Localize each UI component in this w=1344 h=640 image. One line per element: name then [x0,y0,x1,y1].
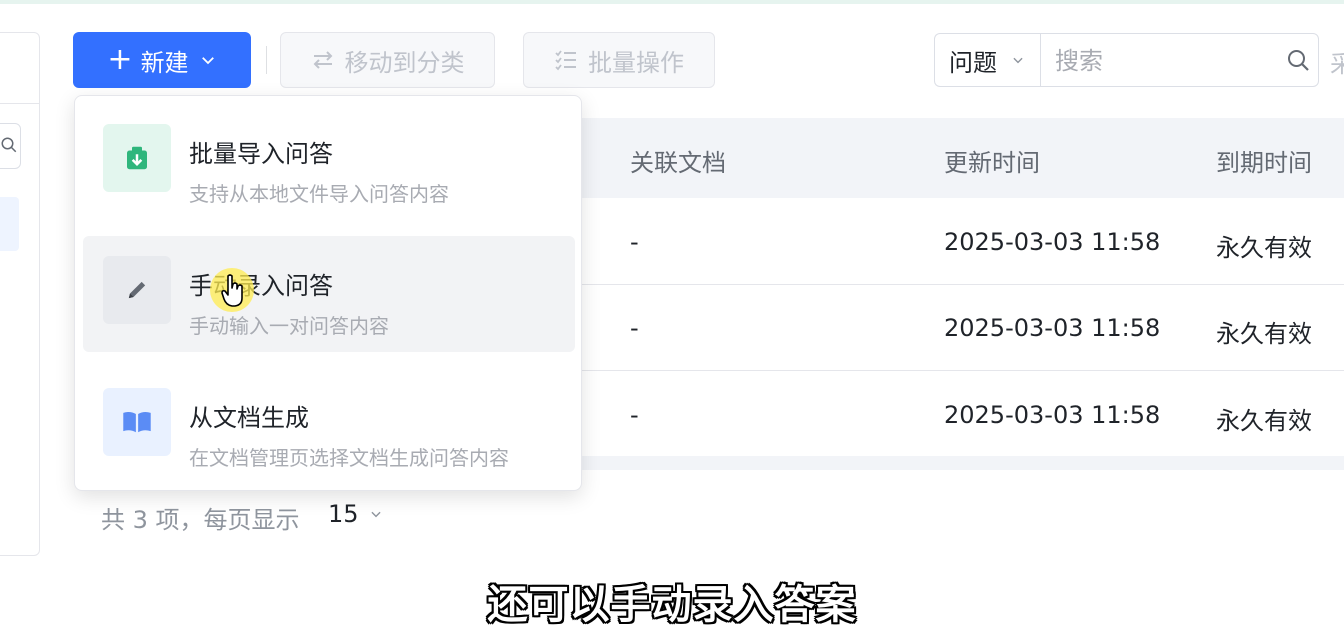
cell-doc: - [630,401,639,429]
new-dropdown-menu: 批量导入问答 支持从本地文件导入问答内容 手动录入问答 手动输入一对问答内容 从… [74,95,582,491]
truncated-toolbar-text[interactable]: 采 [1330,44,1344,79]
menu-item-batch-import[interactable]: 批量导入问答 支持从本地文件导入问答内容 [83,104,575,220]
cell-expiry: 永久有效 [1216,320,1312,348]
pagination-total: 共 3 项，每页显示 [101,506,300,534]
column-header-expiry: 到期时间 [1216,149,1312,177]
batch-operation-button[interactable]: 批量操作 [523,32,715,88]
swap-arrows-icon [311,48,335,72]
search-input[interactable] [1053,42,1277,80]
category-item-selected[interactable] [0,197,19,251]
video-subtitle: 还可以手动录入答案 [487,582,857,628]
cell-updated: 2025-03-03 11:58 [944,314,1161,342]
column-header-doc: 关联文档 [630,149,726,177]
toolbar-divider [266,46,267,74]
menu-item-description: 在文档管理页选择文档生成问答内容 [189,446,509,470]
menu-item-title: 批量导入问答 [189,140,333,168]
cell-expiry: 永久有效 [1216,407,1312,435]
cell-updated: 2025-03-03 11:58 [944,401,1161,429]
new-button[interactable]: + 新建 [73,32,251,88]
cell-updated: 2025-03-03 11:58 [944,228,1161,256]
book-icon [103,388,171,456]
menu-item-generate-from-doc[interactable]: 从文档生成 在文档管理页选择文档生成问答内容 [83,368,575,484]
move-to-category-button[interactable]: 移动到分类 [280,32,495,88]
move-button-label: 移动到分类 [344,48,465,77]
search-icon [1,137,17,153]
search-field[interactable] [1040,33,1319,87]
search-icon[interactable] [1286,48,1310,76]
search-type-select[interactable]: 问题 [934,33,1040,87]
column-header-updated: 更新时间 [944,149,1040,177]
cell-expiry: 永久有效 [1216,234,1312,262]
panel-divider [0,103,39,104]
cell-doc: - [630,314,639,342]
cell-doc: - [630,228,639,256]
menu-item-description: 支持从本地文件导入问答内容 [189,182,449,206]
new-button-label: 新建 [140,48,189,77]
table-footer-bar [560,456,1344,470]
pencil-icon [103,256,171,324]
chevron-down-icon [1011,53,1025,67]
batch-button-label: 批量操作 [588,48,684,77]
category-panel [0,32,40,556]
mouse-pointer-icon [210,268,270,328]
menu-item-manual-entry[interactable]: 手动录入问答 手动输入一对问答内容 [83,236,575,352]
plus-icon: + [107,42,133,77]
page-size-value: 15 [328,500,359,528]
page-size-select[interactable]: 15 [328,500,383,528]
menu-item-title: 从文档生成 [189,404,309,432]
checklist-icon [554,48,578,72]
chevron-down-icon [199,51,217,69]
search-type-value: 问题 [949,48,997,77]
chevron-down-icon [369,507,383,521]
import-download-icon [103,124,171,192]
category-search-input[interactable] [0,123,21,169]
top-accent-strip [0,0,1344,4]
